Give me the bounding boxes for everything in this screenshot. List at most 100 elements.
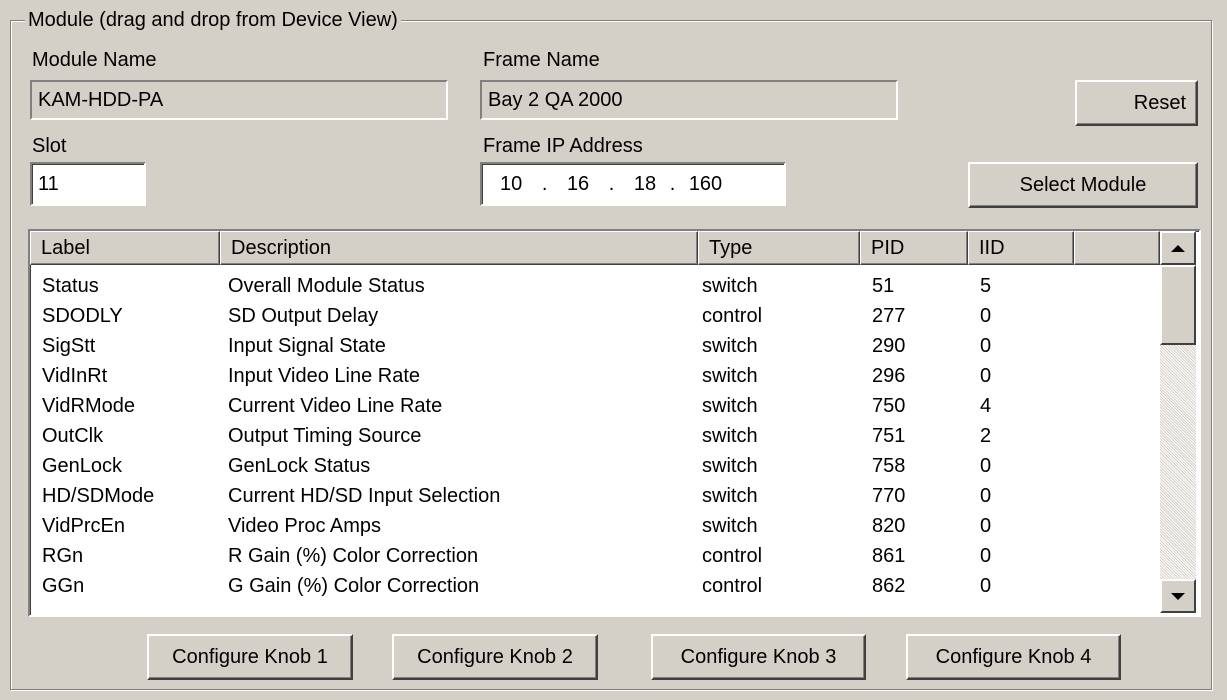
cell-label: VidInRt (42, 365, 108, 387)
configure-knob-4-button[interactable]: Configure Knob 4 (906, 634, 1121, 680)
frame-name-label: Frame Name (483, 49, 600, 71)
parameter-rows: Status Overall Module Status switch 51 5 SDOD… (30, 271, 1160, 601)
scroll-up-button[interactable] (1160, 231, 1196, 265)
column-header-iid[interactable]: IID (968, 231, 1074, 265)
cell-iid: 2 (980, 425, 992, 447)
cell-description: Output Timing Source (228, 425, 422, 447)
module-name-label: Module Name (32, 49, 157, 71)
ip-octet-1: 10 (500, 173, 523, 195)
table-row[interactable]: OutClk Output Timing Source switch 751 2 (30, 421, 1160, 451)
arrow-up-icon (1171, 244, 1185, 252)
table-row[interactable]: SigStt Input Signal State switch 290 0 (30, 331, 1160, 361)
ip-octet-3: 18 (633, 173, 657, 195)
cell-label: SDODLY (42, 305, 123, 327)
cell-label: Status (42, 275, 99, 297)
cell-description: Current HD/SD Input Selection (228, 485, 501, 507)
frame-name-field: Bay 2 QA 2000 (480, 80, 898, 120)
table-row[interactable]: VidInRt Input Video Line Rate switch 296 0 (30, 361, 1160, 391)
parameter-list[interactable]: Label Description Type PID IID Status Ove… (28, 229, 1201, 617)
select-module-button[interactable]: Select Module (968, 162, 1198, 208)
table-row[interactable]: HD/SDMode Current HD/SD Input Selection sw… (30, 481, 1160, 511)
cell-iid: 0 (980, 545, 992, 567)
ip-octet-4: 160 (688, 173, 723, 195)
column-header-pid[interactable]: PID (860, 231, 968, 265)
cell-type: switch (702, 395, 758, 417)
ip-octet-2: 16 (566, 173, 590, 195)
cell-pid: 751 (872, 425, 906, 447)
cell-type: control (702, 305, 763, 327)
cell-iid: 5 (980, 275, 992, 297)
cell-description: Current Video Line Rate (228, 395, 443, 417)
configure-knob-3-button[interactable]: Configure Knob 3 (651, 634, 866, 680)
slot-input[interactable]: 11 (30, 162, 146, 206)
cell-pid: 770 (872, 485, 906, 507)
ip-dot: . (608, 173, 615, 195)
cell-iid: 0 (980, 455, 992, 477)
table-row[interactable]: GenLock GenLock Status switch 758 0 (30, 451, 1160, 481)
cell-type: switch (702, 485, 758, 507)
ip-dot: . (541, 173, 548, 195)
column-header-description[interactable]: Description (220, 231, 698, 265)
cell-pid: 820 (872, 515, 906, 537)
cell-type: control (702, 575, 763, 597)
cell-iid: 0 (980, 335, 992, 357)
column-header-type[interactable]: Type (698, 231, 860, 265)
cell-description: Overall Module Status (228, 275, 425, 297)
cell-description: Video Proc Amps (228, 515, 382, 537)
cell-pid: 290 (872, 335, 906, 357)
table-row[interactable]: SDODLY SD Output Delay control 277 0 (30, 301, 1160, 331)
table-row[interactable]: RGn R Gain (%) Color Correction control 861… (30, 541, 1160, 571)
cell-pid: 277 (872, 305, 906, 327)
module-name-field: KAM-HDD-PA (30, 80, 448, 120)
cell-iid: 0 (980, 575, 992, 597)
configure-knob-1-button[interactable]: Configure Knob 1 (147, 634, 353, 680)
cell-iid: 0 (980, 365, 992, 387)
cell-pid: 296 (872, 365, 906, 387)
reset-button[interactable]: Reset (1075, 80, 1198, 126)
cell-iid: 0 (980, 305, 992, 327)
cell-pid: 750 (872, 395, 906, 417)
table-row[interactable]: VidRMode Current Video Line Rate switch 750… (30, 391, 1160, 421)
configure-knob-2-button[interactable]: Configure Knob 2 (392, 634, 598, 680)
cell-iid: 0 (980, 515, 992, 537)
cell-description: Input Video Line Rate (228, 365, 421, 387)
cell-label: GGn (42, 575, 85, 597)
cell-type: switch (702, 455, 758, 477)
cell-description: R Gain (%) Color Correction (228, 545, 479, 567)
table-row[interactable]: Status Overall Module Status switch 51 5 (30, 271, 1160, 301)
column-header-empty (1074, 231, 1160, 265)
column-header-label[interactable]: Label (30, 231, 220, 265)
table-row[interactable]: GGn G Gain (%) Color Correction control 862… (30, 571, 1160, 601)
cell-label: VidPrcEn (42, 515, 126, 537)
cell-pid: 758 (872, 455, 906, 477)
cell-description: GenLock Status (228, 455, 371, 477)
cell-type: control (702, 545, 763, 567)
ip-dot: . (669, 173, 676, 195)
group-title: Module (drag and drop from Device View) (25, 8, 401, 32)
cell-description: SD Output Delay (228, 305, 379, 327)
cell-label: HD/SDMode (42, 485, 155, 507)
cell-iid: 4 (980, 395, 992, 417)
cell-description: Input Signal State (228, 335, 386, 357)
cell-label: OutClk (42, 425, 104, 447)
slot-label: Slot (32, 135, 67, 157)
cell-type: switch (702, 365, 758, 387)
scrollbar-thumb[interactable] (1160, 265, 1196, 345)
cell-type: switch (702, 425, 758, 447)
cell-description: G Gain (%) Color Correction (228, 575, 480, 597)
cell-label: GenLock (42, 455, 123, 477)
cell-pid: 861 (872, 545, 906, 567)
cell-label: SigStt (42, 335, 96, 357)
frame-ip-input[interactable]: 10 . 16 . 18 . 160 (480, 162, 786, 206)
cell-pid: 51 (872, 275, 895, 297)
table-row[interactable]: VidPrcEn Video Proc Amps switch 820 0 (30, 511, 1160, 541)
frame-ip-label: Frame IP Address (483, 135, 643, 157)
cell-label: RGn (42, 545, 84, 567)
cell-pid: 862 (872, 575, 906, 597)
cell-type: switch (702, 335, 758, 357)
scroll-down-button[interactable] (1160, 579, 1196, 613)
cell-type: switch (702, 515, 758, 537)
arrow-down-icon (1171, 592, 1185, 600)
cell-label: VidRMode (42, 395, 136, 417)
cell-type: switch (702, 275, 758, 297)
